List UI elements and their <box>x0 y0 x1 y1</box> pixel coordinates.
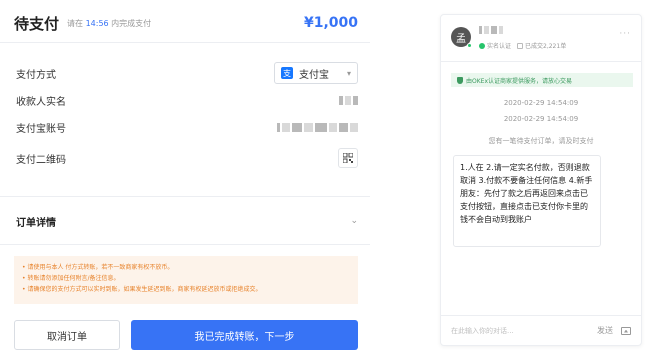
payment-panel: 待支付 请在 14:56 内完成支付 ¥1,000 支付方式 支 支付宝 ▾ 收… <box>0 0 370 362</box>
peer-meta: 实名认证 已成交2,221单 <box>479 41 566 50</box>
notice-line: • 转账请勿添加任何附言/备注信息。 <box>22 275 120 282</box>
payment-amount: ¥1,000 <box>303 15 358 31</box>
page-title: 待支付 <box>14 14 60 33</box>
payee-name-label: 收款人实名 <box>16 96 66 108</box>
chat-message-bubble: 1.人在 2.请一定实名付款，否则退款取消 3.付款不要备注任何信息 4.新手朋… <box>453 155 601 247</box>
image-icon[interactable] <box>621 326 631 335</box>
message-timestamp: 2020-02-29 14:54:09 <box>503 115 579 123</box>
payee-name-masked <box>339 95 358 105</box>
system-message: 您有一笔待支付订单，请及时支付 <box>488 137 594 145</box>
verified-icon <box>479 42 485 49</box>
peer-name-masked <box>479 26 503 34</box>
notice-line: • 请使用与本人 付方式转账，若不一致商家有权不放币。 <box>22 264 174 271</box>
chat-panel: 孟 实名认证 已成交2,221单 ··· 由OKEx认证商家提供服务，请放心交易… <box>440 14 642 346</box>
shield-icon <box>457 76 463 84</box>
send-button[interactable]: 发送 <box>597 325 613 336</box>
section-divider <box>0 244 370 245</box>
chat-input[interactable]: 在此输入你的对话... <box>451 326 514 336</box>
qr-code-icon[interactable] <box>338 148 358 168</box>
chevron-down-icon: ▾ <box>346 68 351 78</box>
message-timestamp: 2020-02-29 14:54:09 <box>503 99 579 107</box>
payment-method-row: 支付方式 支 支付宝 ▾ <box>16 62 358 84</box>
alipay-icon: 支 <box>281 67 293 79</box>
alipay-account-masked <box>277 122 358 132</box>
chevron-down-icon: ⌄ <box>350 216 358 226</box>
chat-header: 孟 实名认证 已成交2,221单 ··· <box>441 15 641 55</box>
order-detail-toggle[interactable]: 订单详情 ⌄ <box>16 210 358 232</box>
secure-banner: 由OKEx认证商家提供服务，请放心交易 <box>451 73 633 87</box>
payment-page: 待支付 请在 14:56 内完成支付 ¥1,000 支付方式 支 支付宝 ▾ 收… <box>0 0 665 362</box>
payment-header: 待支付 请在 14:56 内完成支付 ¥1,000 <box>14 12 358 34</box>
trade-count-icon <box>517 42 524 49</box>
payment-method-select[interactable]: 支 支付宝 ▾ <box>274 62 358 84</box>
more-icon[interactable]: ··· <box>619 29 631 39</box>
notice-line: • 请确保您的支付方式可以实时到账，如果发生延迟到账，商家有权延迟放币或拒绝成交… <box>22 286 262 293</box>
alipay-account-label: 支付宝账号 <box>16 123 66 135</box>
secure-text: 由OKEx认证商家提供服务，请放心交易 <box>466 77 572 85</box>
alipay-account-row: 支付宝账号 <box>16 116 358 138</box>
payee-name-row: 收款人实名 <box>16 89 358 111</box>
chat-input-bar: 在此输入你的对话... 发送 <box>441 315 641 345</box>
verified-label: 实名认证 <box>487 43 512 50</box>
online-status-dot <box>467 43 472 48</box>
payment-deadline-tip: 请在 14:56 内完成支付 <box>67 18 152 28</box>
qr-code-label: 支付二维码 <box>16 154 66 166</box>
section-divider <box>0 196 370 197</box>
chat-header-divider <box>441 61 641 62</box>
qr-code-glyph <box>343 153 353 163</box>
cancel-order-button[interactable]: 取消订单 <box>14 320 120 350</box>
transfer-done-button[interactable]: 我已完成转账，下一步 <box>131 320 358 350</box>
payment-method-label: 支付方式 <box>16 69 56 81</box>
trade-count: 已成交2,221单 <box>525 43 567 50</box>
payment-method-value: 支付宝 <box>299 69 329 81</box>
qr-code-row: 支付二维码 <box>16 147 358 169</box>
deadline-time: 14:56 <box>85 18 109 28</box>
order-detail-label: 订单详情 <box>16 217 56 229</box>
chat-message-text: 1.人在 2.请一定实名付款，否则退款取消 3.付款不要备注任何信息 4.新手朋… <box>460 163 593 224</box>
header-divider <box>0 42 370 43</box>
payment-notice: • 请使用与本人 付方式转账，若不一致商家有权不放币。 • 转账请勿添加任何附言… <box>14 256 358 304</box>
